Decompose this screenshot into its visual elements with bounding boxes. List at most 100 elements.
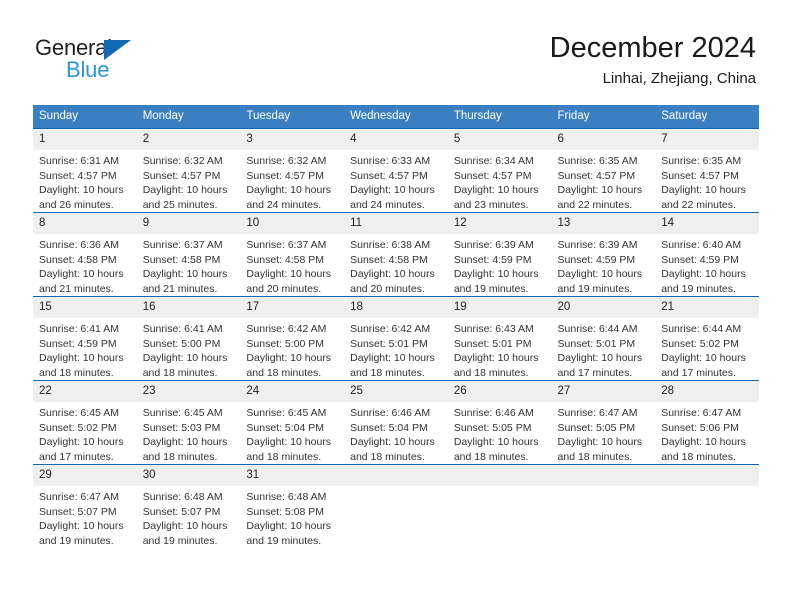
calendar-day-cell[interactable]: 13 Sunrise: 6:39 AM Sunset: 4:59 PM Dayligh…	[551, 212, 656, 297]
day-daylight2-text: and 18 minutes.	[453, 366, 529, 379]
day-sunset-text: Sunset: 4:58 PM	[39, 253, 117, 266]
day-number: 18	[344, 297, 448, 318]
weekday-header-friday: Friday	[551, 105, 656, 129]
calendar-day-cell[interactable]: 27 Sunrise: 6:47 AM Sunset: 5:05 PM Dayligh…	[551, 380, 656, 465]
day-number: 20	[551, 297, 656, 318]
calendar-day-cell[interactable]: 14 Sunrise: 6:40 AM Sunset: 4:59 PM Dayligh…	[655, 212, 759, 297]
day-daylight1-text: Daylight: 10 hours	[350, 268, 435, 280]
day-number: 31	[240, 465, 345, 486]
day-daylight2-text: and 24 minutes.	[246, 198, 322, 211]
day-number: 6	[551, 129, 656, 150]
calendar-day-cell[interactable]: 16 Sunrise: 6:41 AM Sunset: 5:00 PM Dayligh…	[136, 296, 241, 381]
day-detail: Sunrise: 6:39 AM Sunset: 4:59 PM Daylight:…	[552, 234, 656, 296]
day-sunrise-text: Sunrise: 6:44 AM	[661, 323, 742, 335]
calendar-day-cell[interactable]: 20 Sunrise: 6:44 AM Sunset: 5:01 PM Dayligh…	[551, 296, 656, 381]
day-sunrise-text: Sunrise: 6:41 AM	[142, 323, 223, 335]
calendar-day-cell[interactable]: 30 Sunrise: 6:48 AM Sunset: 5:07 PM Dayligh…	[136, 464, 241, 548]
calendar-day-cell[interactable]: 1 Sunrise: 6:31 AM Sunset: 4:57 PM Daylight…	[33, 128, 137, 213]
day-sunset-text: Sunset: 4:58 PM	[246, 253, 325, 266]
day-daylight2-text: and 18 minutes.	[246, 450, 322, 463]
day-daylight2-text: and 19 minutes.	[661, 282, 736, 295]
day-number	[551, 465, 656, 486]
day-daylight2-text: and 18 minutes.	[453, 450, 529, 463]
calendar-day-cell[interactable]: 17 Sunrise: 6:42 AM Sunset: 5:00 PM Dayligh…	[240, 296, 345, 381]
day-detail: Sunrise: 6:43 AM Sunset: 5:01 PM Daylight:…	[448, 318, 552, 380]
calendar-day-cell[interactable]: 10 Sunrise: 6:37 AM Sunset: 4:58 PM Dayligh…	[240, 212, 345, 297]
day-daylight1-text: Daylight: 10 hours	[661, 352, 746, 364]
day-detail: Sunrise: 6:45 AM Sunset: 5:02 PM Daylight:…	[33, 402, 137, 464]
day-detail: Sunrise: 6:41 AM Sunset: 5:00 PM Daylight:…	[137, 318, 241, 380]
day-detail	[448, 486, 552, 490]
calendar-day-cell[interactable]: 7 Sunrise: 6:35 AM Sunset: 4:57 PM Daylight…	[655, 128, 759, 213]
day-number: 12	[447, 213, 552, 234]
day-detail: Sunrise: 6:31 AM Sunset: 4:57 PM Daylight:…	[33, 150, 137, 212]
day-detail: Sunrise: 6:41 AM Sunset: 4:59 PM Daylight:…	[33, 318, 137, 380]
calendar-day-cell[interactable]: 18 Sunrise: 6:42 AM Sunset: 5:01 PM Dayligh…	[344, 296, 448, 381]
calendar-day-cell[interactable]: 31 Sunrise: 6:48 AM Sunset: 5:08 PM Dayligh…	[240, 464, 345, 548]
calendar-day-cell[interactable]: 21 Sunrise: 6:44 AM Sunset: 5:02 PM Dayligh…	[655, 296, 759, 381]
calendar-day-cell[interactable]: 8 Sunrise: 6:36 AM Sunset: 4:58 PM Daylight…	[33, 212, 137, 297]
day-detail: Sunrise: 6:37 AM Sunset: 4:58 PM Daylight:…	[240, 234, 344, 296]
day-sunrise-text: Sunrise: 6:31 AM	[39, 155, 119, 167]
calendar-body: 1 Sunrise: 6:31 AM Sunset: 4:57 PM Daylight…	[33, 128, 759, 548]
day-daylight1-text: Daylight: 10 hours	[39, 352, 124, 364]
day-daylight1-text: Daylight: 10 hours	[557, 268, 643, 280]
calendar-day-cell[interactable]: 28 Sunrise: 6:47 AM Sunset: 5:06 PM Dayligh…	[655, 380, 759, 465]
day-sunrise-text: Sunrise: 6:35 AM	[557, 155, 638, 167]
day-number: 2	[136, 129, 241, 150]
day-detail: Sunrise: 6:40 AM Sunset: 4:59 PM Daylight:…	[655, 234, 759, 296]
day-number: 19	[447, 297, 552, 318]
day-number: 26	[447, 381, 552, 402]
day-detail: Sunrise: 6:46 AM Sunset: 5:05 PM Daylight:…	[448, 402, 552, 464]
calendar-day-cell[interactable]: 2 Sunrise: 6:32 AM Sunset: 4:57 PM Daylight…	[136, 128, 241, 213]
day-sunset-text: Sunset: 5:01 PM	[350, 337, 428, 350]
day-sunrise-text: Sunrise: 6:37 AM	[142, 239, 223, 251]
weekday-header-saturday: Saturday	[655, 105, 759, 129]
day-daylight2-text: and 20 minutes.	[246, 282, 322, 295]
day-sunrise-text: Sunrise: 6:42 AM	[350, 323, 431, 335]
day-daylight1-text: Daylight: 10 hours	[453, 436, 539, 448]
day-number: 4	[344, 129, 448, 150]
calendar-day-cell[interactable]: 23 Sunrise: 6:45 AM Sunset: 5:03 PM Dayligh…	[136, 380, 241, 465]
generalblue-logo[interactable]: General Blue	[35, 36, 235, 86]
day-sunset-text: Sunset: 5:00 PM	[246, 337, 325, 350]
calendar-day-cell[interactable]: 6 Sunrise: 6:35 AM Sunset: 4:57 PM Daylight…	[551, 128, 656, 213]
calendar-week-row: 8 Sunrise: 6:36 AM Sunset: 4:58 PM Daylight…	[33, 212, 759, 297]
calendar-day-cell[interactable]: 3 Sunrise: 6:32 AM Sunset: 4:57 PM Daylight…	[240, 128, 345, 213]
day-daylight2-text: and 23 minutes.	[453, 198, 529, 211]
calendar-day-cell[interactable]: 15 Sunrise: 6:41 AM Sunset: 4:59 PM Dayligh…	[33, 296, 137, 381]
day-daylight1-text: Daylight: 10 hours	[246, 184, 332, 196]
calendar-day-cell[interactable]: 26 Sunrise: 6:46 AM Sunset: 5:05 PM Dayligh…	[447, 380, 552, 465]
calendar-day-cell[interactable]: 25 Sunrise: 6:46 AM Sunset: 5:04 PM Dayligh…	[344, 380, 448, 465]
calendar-day-cell[interactable]: 19 Sunrise: 6:43 AM Sunset: 5:01 PM Dayligh…	[447, 296, 552, 381]
calendar-empty-cell	[551, 464, 656, 548]
day-daylight2-text: and 18 minutes.	[350, 450, 425, 463]
day-number: 10	[240, 213, 345, 234]
calendar-day-cell[interactable]: 24 Sunrise: 6:45 AM Sunset: 5:04 PM Dayligh…	[240, 380, 345, 465]
day-daylight1-text: Daylight: 10 hours	[661, 268, 746, 280]
day-daylight1-text: Daylight: 10 hours	[350, 184, 435, 196]
calendar-day-cell[interactable]: 29 Sunrise: 6:47 AM Sunset: 5:07 PM Dayligh…	[33, 464, 137, 548]
day-sunrise-text: Sunrise: 6:45 AM	[39, 407, 119, 419]
day-sunset-text: Sunset: 4:57 PM	[39, 169, 117, 182]
day-sunrise-text: Sunrise: 6:33 AM	[350, 155, 431, 167]
calendar-day-cell[interactable]: 12 Sunrise: 6:39 AM Sunset: 4:59 PM Dayligh…	[447, 212, 552, 297]
day-sunrise-text: Sunrise: 6:42 AM	[246, 323, 327, 335]
day-daylight2-text: and 20 minutes.	[350, 282, 425, 295]
day-sunset-text: Sunset: 4:57 PM	[453, 169, 532, 182]
day-daylight2-text: and 25 minutes.	[142, 198, 218, 211]
calendar-day-cell[interactable]: 22 Sunrise: 6:45 AM Sunset: 5:02 PM Dayligh…	[33, 380, 137, 465]
day-number: 5	[447, 129, 552, 150]
day-number: 8	[33, 213, 137, 234]
day-sunset-text: Sunset: 4:59 PM	[557, 253, 636, 266]
day-sunrise-text: Sunrise: 6:47 AM	[557, 407, 638, 419]
day-sunset-text: Sunset: 5:04 PM	[350, 421, 428, 434]
calendar-day-cell[interactable]: 5 Sunrise: 6:34 AM Sunset: 4:57 PM Daylight…	[447, 128, 552, 213]
calendar-day-cell[interactable]: 9 Sunrise: 6:37 AM Sunset: 4:58 PM Daylight…	[136, 212, 241, 297]
day-daylight1-text: Daylight: 10 hours	[142, 520, 228, 532]
calendar-day-cell[interactable]: 11 Sunrise: 6:38 AM Sunset: 4:58 PM Dayligh…	[344, 212, 448, 297]
day-detail: Sunrise: 6:39 AM Sunset: 4:59 PM Daylight:…	[448, 234, 552, 296]
calendar-day-cell[interactable]: 4 Sunrise: 6:33 AM Sunset: 4:57 PM Daylight…	[344, 128, 448, 213]
day-sunset-text: Sunset: 5:04 PM	[246, 421, 325, 434]
day-sunset-text: Sunset: 4:57 PM	[350, 169, 428, 182]
